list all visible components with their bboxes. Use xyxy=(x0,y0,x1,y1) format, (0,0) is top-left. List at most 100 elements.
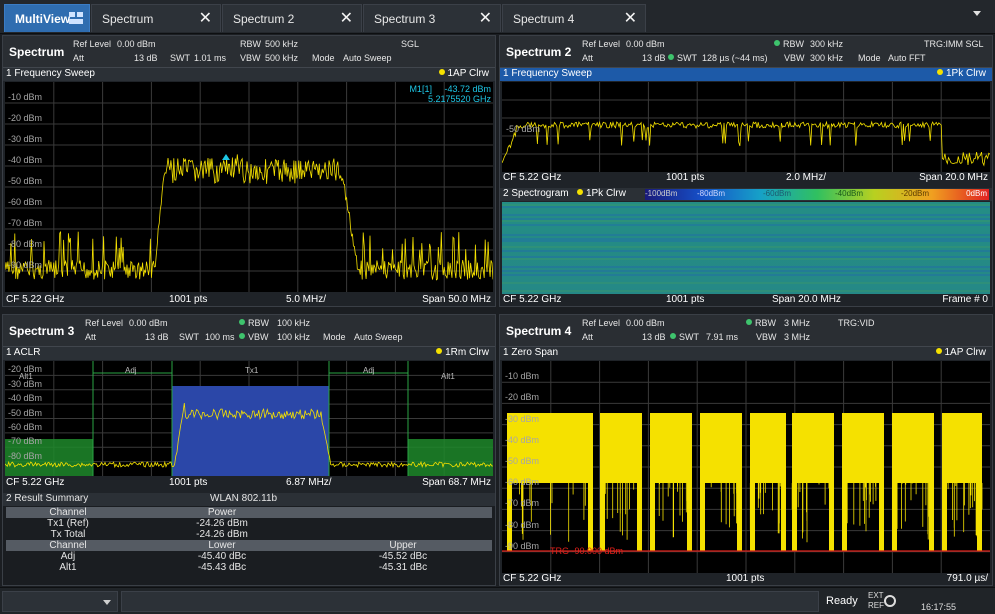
column-header: Upper xyxy=(389,540,417,551)
rbw-value[interactable]: 3 MHz xyxy=(784,318,810,328)
mode-value[interactable]: Auto FFT xyxy=(888,53,926,63)
spectrogram-row xyxy=(502,256,990,258)
tab-spectrum-2-label: Spectrum 2 xyxy=(233,12,295,26)
vbw-label: VBW xyxy=(784,53,805,63)
center-frequency[interactable]: CF 5.22 GHz xyxy=(503,294,561,305)
vbw-value[interactable]: 100 kHz xyxy=(277,332,310,342)
status-badge: SGL xyxy=(401,39,420,49)
rbw-value[interactable]: 500 kHz xyxy=(265,39,298,49)
tab-spectrum-4[interactable]: Spectrum 4 ✕ xyxy=(502,4,646,32)
burst-edge xyxy=(942,483,947,551)
att-value[interactable]: 13 dB xyxy=(145,332,169,342)
spectrogram-row xyxy=(502,210,990,212)
trace-title-bar[interactable]: 1 ACLR 1Rm Clrw xyxy=(3,347,495,360)
spectrogram-row xyxy=(502,236,990,238)
burst-edge xyxy=(700,483,705,551)
center-frequency[interactable]: CF 5.22 GHz xyxy=(6,477,64,488)
plot-footer: CF 5.22 GHz 1001 pts 5.0 MHz/ Span 50.0 … xyxy=(3,294,495,306)
ref-level-label: Ref Level xyxy=(85,318,124,328)
vbw-value[interactable]: 3 MHz xyxy=(784,332,810,342)
swt-value[interactable]: 7.91 ms xyxy=(706,332,738,342)
burst-noise xyxy=(846,483,883,537)
tab-spectrum-4-label: Spectrum 4 xyxy=(513,12,575,26)
marker-readout: M1[1] -43.72 dBm 5.2175520 GHz xyxy=(409,84,491,104)
table-cell: Alt1 xyxy=(59,562,77,573)
close-icon[interactable]: ✕ xyxy=(479,8,492,28)
spectrogram-row xyxy=(502,288,990,290)
vbw-value[interactable]: 500 kHz xyxy=(265,53,298,63)
mode-label: Mode xyxy=(312,53,335,63)
spectrogram-row xyxy=(502,230,990,232)
rbw-label: RBW xyxy=(240,39,261,49)
zero-span-plot[interactable]: -10 dBm -20 dBm -30 dBm -40 dBm -50 dBm -60 d… xyxy=(502,361,990,573)
burst-edge xyxy=(879,483,884,551)
vbw-label: VBW xyxy=(240,53,261,63)
y-axis-label: -50 dBm xyxy=(505,456,540,466)
burst xyxy=(750,413,786,483)
spectrogram-plot[interactable] xyxy=(502,202,990,294)
burst-noise xyxy=(749,483,786,540)
y-axis-label: -10 dBm xyxy=(505,371,540,382)
status-badge: TRG:IMM SGL xyxy=(924,39,984,49)
span-value[interactable]: Span 50.0 MHz xyxy=(422,294,491,305)
att-value[interactable]: 13 dB xyxy=(134,53,158,63)
rbw-value[interactable]: 300 kHz xyxy=(810,39,843,49)
clock: 16:17:55 xyxy=(921,602,957,612)
y-axis-label: -80 dBm xyxy=(505,519,540,530)
close-icon[interactable]: ✕ xyxy=(340,8,353,28)
spectrogram-row xyxy=(502,242,990,244)
ref-level-value[interactable]: 0.00 dBm xyxy=(626,39,665,49)
window-title: Spectrum 2 xyxy=(506,45,572,59)
trace-title-bar[interactable]: 1 Zero Span 1AP Clrw xyxy=(500,347,992,360)
spectrogram-row xyxy=(502,216,990,218)
y-axis-label: -50 dBm xyxy=(8,176,43,186)
table-header-row: Channel Power xyxy=(6,507,492,518)
att-value[interactable]: 13 dB xyxy=(642,332,666,342)
center-frequency[interactable]: CF 5.22 GHz xyxy=(6,294,64,305)
vbw-value[interactable]: 300 kHz xyxy=(810,53,843,63)
spectrogram-row xyxy=(502,278,990,280)
burst xyxy=(892,413,934,483)
spectrogram-row xyxy=(502,270,990,272)
mode-value[interactable]: Auto Sweep xyxy=(354,332,403,342)
swt-value[interactable]: 128 µs (~44 ms) xyxy=(702,53,767,63)
tab-spectrum-2[interactable]: Spectrum 2 ✕ xyxy=(222,4,362,32)
span-value[interactable]: Span 20.0 MHz xyxy=(919,172,988,183)
ref-level-value[interactable]: 0.00 dBm xyxy=(626,318,665,328)
tab-spectrum-3[interactable]: Spectrum 3 ✕ xyxy=(363,4,501,32)
close-icon[interactable]: ✕ xyxy=(624,8,637,28)
plot-footer: CF 5.22 GHz 1001 pts 2.0 MHz/ Span 20.0 … xyxy=(500,172,992,184)
rbw-value[interactable]: 100 kHz xyxy=(277,318,310,328)
center-frequency[interactable]: CF 5.22 GHz xyxy=(503,172,561,183)
trace-title-bar[interactable]: 1 Frequency Sweep 1AP Clrw xyxy=(3,68,495,81)
spectrogram-row xyxy=(502,264,990,266)
ref-level-value[interactable]: 0.00 dBm xyxy=(117,39,156,49)
frequency-sweep-plot[interactable]: -50 dBm xyxy=(502,82,990,172)
swt-value[interactable]: 100 ms xyxy=(205,332,235,342)
frequency-sweep-plot[interactable]: M1[1] -43.72 dBm 5.2175520 GHz -10 dBm -2… xyxy=(5,82,493,292)
status-badge: TRG:VID xyxy=(838,318,875,328)
swt-value[interactable]: 1.01 ms xyxy=(194,53,226,63)
tab-spectrum[interactable]: Spectrum ✕ xyxy=(91,4,221,32)
span-value[interactable]: Span 68.7 MHz xyxy=(422,477,491,488)
tab-overflow-chevron-down-icon[interactable] xyxy=(973,11,981,16)
att-value[interactable]: 13 dB xyxy=(642,53,666,63)
trace-title-bar[interactable]: 1 Frequency Sweep 1Pk Clrw xyxy=(500,68,992,81)
span-value[interactable]: Span 20.0 MHz xyxy=(772,294,841,305)
scale-label: -80dBm xyxy=(697,189,726,198)
ext-indicator: EXT xyxy=(868,591,884,600)
burst-edge xyxy=(687,483,692,551)
column-header: Channel xyxy=(49,540,87,551)
close-icon[interactable]: ✕ xyxy=(199,8,212,28)
tab-multiview[interactable]: MultiView xyxy=(4,4,90,32)
aclr-plot[interactable]: -20 dBm -30 dBm -40 dBm -50 dBm -60 dBm -70 d… xyxy=(5,361,493,476)
table-cell: Adj xyxy=(60,551,76,562)
input-dropdown[interactable] xyxy=(2,591,118,612)
center-frequency[interactable]: CF 5.22 GHz xyxy=(503,573,561,584)
ref-level-label: Ref Level xyxy=(73,39,112,49)
spectrum-4-window: Spectrum 4 Ref Level 0.00 dBm Att 13 dB … xyxy=(499,314,993,586)
burst-edge xyxy=(892,483,897,551)
ref-level-value[interactable]: 0.00 dBm xyxy=(129,318,168,328)
marker-icon xyxy=(222,154,230,160)
mode-value[interactable]: Auto Sweep xyxy=(343,53,392,63)
